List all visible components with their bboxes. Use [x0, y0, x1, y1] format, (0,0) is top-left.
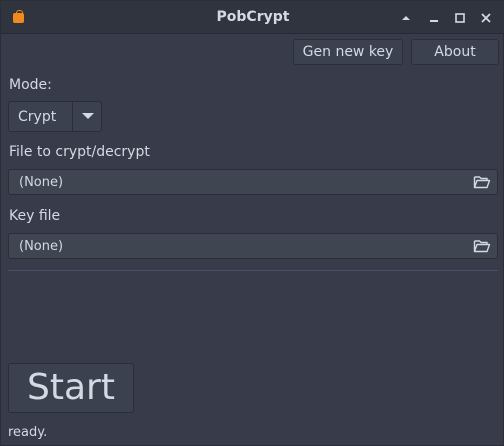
about-button[interactable]: About [411, 39, 499, 65]
folder-open-icon[interactable] [473, 238, 491, 254]
key-file-chooser[interactable]: (None) [8, 233, 498, 259]
shade-icon[interactable] [397, 9, 415, 27]
close-icon[interactable] [477, 9, 495, 27]
folder-open-icon[interactable] [473, 174, 491, 190]
status-text: ready. [8, 425, 48, 440]
mode-dropdown[interactable]: Crypt [8, 101, 102, 132]
titlebar[interactable]: PobCrypt [1, 1, 504, 34]
chevron-down-icon[interactable] [73, 102, 102, 131]
mode-dropdown-value: Crypt [18, 109, 57, 125]
file-chooser-value: (None) [19, 175, 64, 190]
start-button[interactable]: Start [8, 363, 134, 413]
maximize-icon[interactable] [451, 9, 469, 27]
key-file-chooser-value: (None) [19, 239, 64, 254]
separator [8, 270, 498, 271]
mode-label: Mode: [9, 77, 52, 93]
file-chooser[interactable]: (None) [8, 169, 498, 195]
file-label: File to crypt/decrypt [9, 144, 150, 160]
key-file-label: Key file [9, 208, 61, 224]
gen-new-key-button[interactable]: Gen new key [293, 39, 403, 65]
app-window: PobCrypt Gen new key About Mode: Crypt F… [0, 0, 504, 446]
minimize-icon[interactable] [425, 9, 443, 27]
